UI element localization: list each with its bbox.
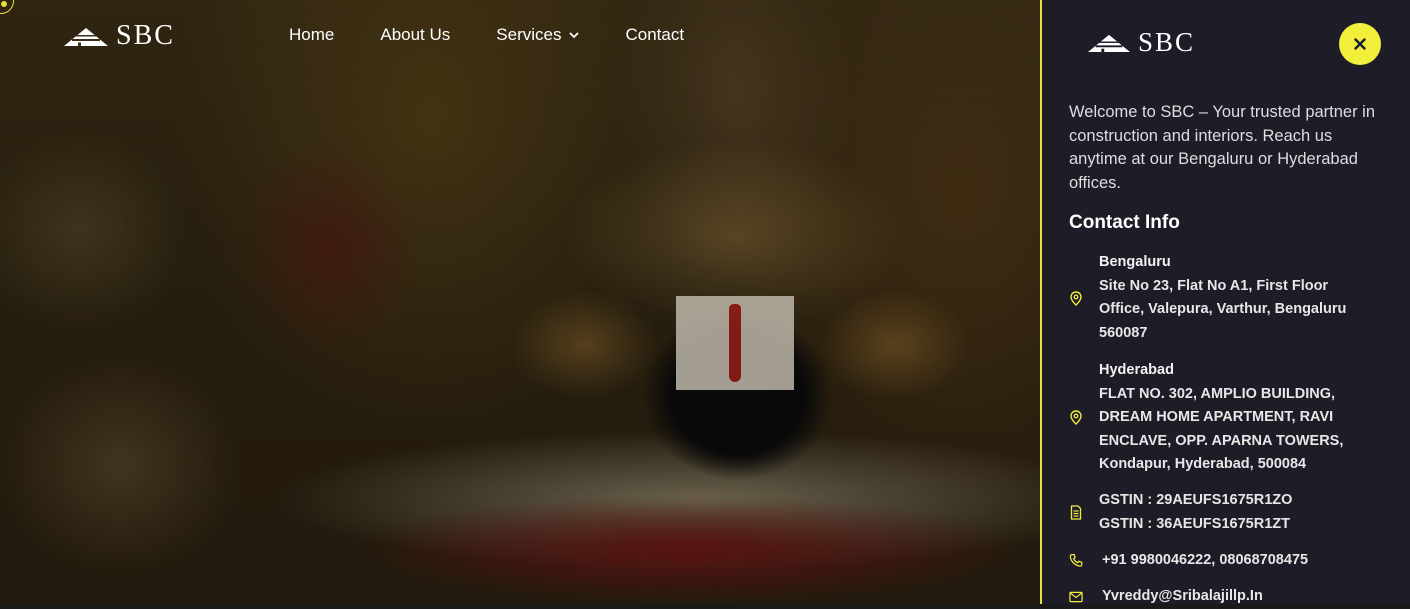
mail-icon (1069, 589, 1083, 605)
panel-logo[interactable]: SBC (1086, 27, 1195, 58)
site-header: SBC Home About Us Services Contact (0, 0, 1040, 70)
phone-info[interactable]: +91 9980046222, 08068708475 (1069, 549, 1389, 573)
main-nav: Home About Us Services Contact (289, 25, 684, 45)
gstin-line: GSTIN : 36AEUFS1675R1ZT (1099, 515, 1290, 532)
contact-info-heading: Contact Info (1069, 212, 1180, 233)
address-line: Site No 23, Flat No A1, First Floor (1099, 277, 1329, 294)
welcome-text: Welcome to SBC – Your trusted partner in… (1069, 103, 1376, 193)
address-line: FLAT NO. 302, AMPLIO BUILDING, (1099, 385, 1336, 402)
location-pin-icon (1069, 290, 1083, 306)
city-name: Bengaluru (1099, 254, 1171, 270)
nav-services[interactable]: Services (496, 25, 580, 45)
nav-services-label: Services (496, 25, 562, 44)
hero-background-image (0, 0, 1040, 604)
nav-about-us[interactable]: About Us (380, 25, 450, 45)
logo-text: SBC (116, 20, 175, 51)
logo-mark-icon (64, 28, 108, 46)
document-icon (1069, 505, 1083, 521)
nav-contact[interactable]: Contact (625, 25, 684, 45)
chevron-down-icon (569, 32, 580, 39)
close-panel-button[interactable] (1339, 23, 1381, 65)
address-line: Office, Valepura, Varthur, Bengaluru (1099, 301, 1347, 318)
site-logo[interactable]: SBC (62, 20, 175, 52)
phone-number[interactable]: +91 9980046222, 08068708475 (1102, 549, 1308, 573)
email-address[interactable]: Yvreddy@Sribalajillp.In (1102, 585, 1263, 609)
address-line: 560087 (1099, 324, 1148, 341)
deity-tilak (676, 296, 794, 390)
contact-offcanvas-panel: SBC Welcome to SBC – Your trusted partne… (1040, 0, 1410, 604)
nav-home[interactable]: Home (289, 25, 334, 45)
city-name: Hyderabad (1099, 362, 1174, 378)
logo-mark-icon (1088, 34, 1130, 53)
logo-text: SBC (1138, 27, 1196, 57)
address-line: Kondapur, Hyderabad, 500084 (1099, 456, 1307, 473)
address-hyderabad: Hyderabad FLAT NO. 302, AMPLIO BUILDING,… (1069, 359, 1389, 477)
gstin-info: GSTIN : 29AEUFS1675R1ZO GSTIN : 36AEUFS1… (1069, 489, 1389, 536)
address-line: DREAM HOME APARTMENT, RAVI (1099, 409, 1334, 426)
email-info[interactable]: Yvreddy@Sribalajillp.In (1069, 585, 1389, 609)
phone-icon (1069, 553, 1083, 569)
address-line: ENCLAVE, OPP. APARNA TOWERS, (1099, 432, 1344, 449)
gstin-line: GSTIN : 29AEUFS1675R1ZO (1099, 492, 1293, 508)
close-icon (1354, 38, 1366, 50)
location-pin-icon (1069, 410, 1083, 426)
address-bengaluru: Bengaluru Site No 23, Flat No A1, First … (1069, 251, 1389, 345)
